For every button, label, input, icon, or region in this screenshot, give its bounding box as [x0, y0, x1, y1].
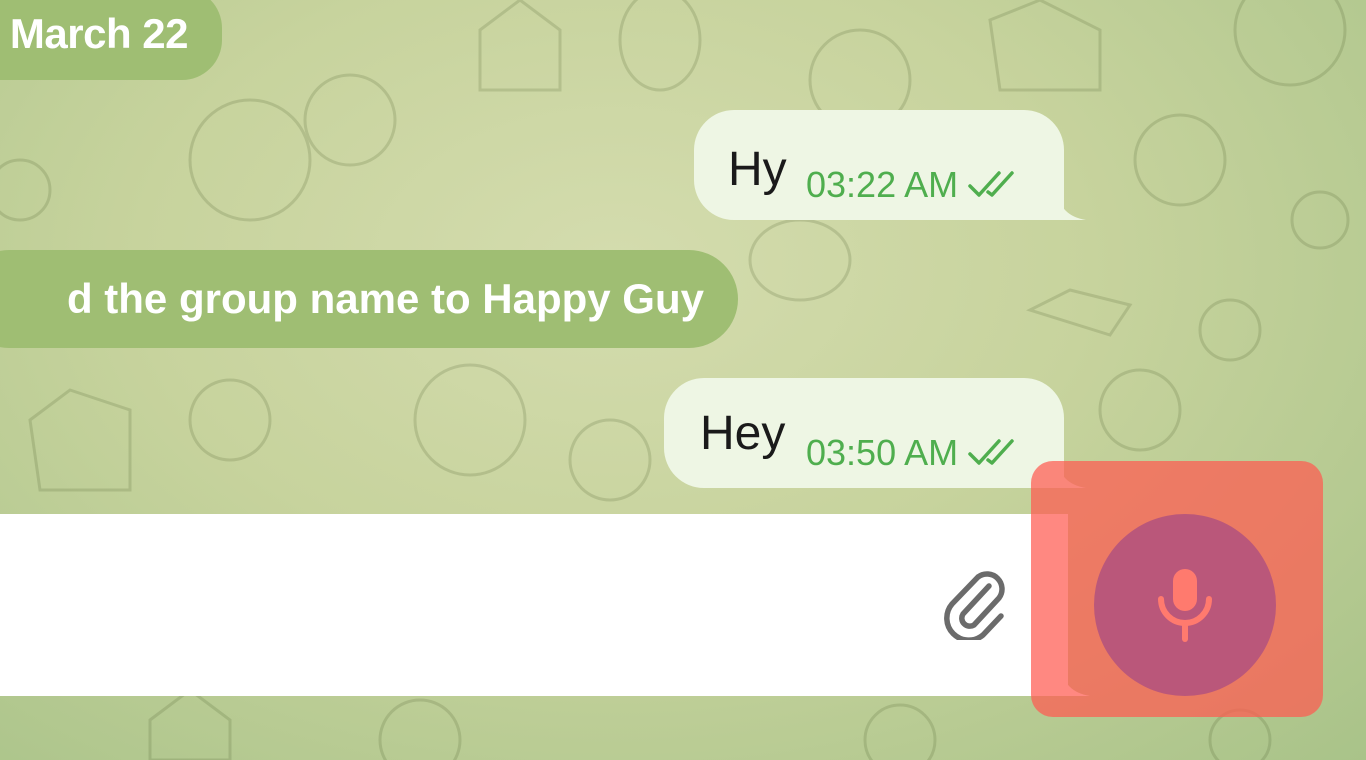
double-check-icon: [968, 171, 1014, 197]
paperclip-icon: [944, 571, 1005, 640]
message-meta: 03:50 AM: [806, 432, 1026, 474]
message-composer: [0, 514, 1090, 696]
double-check-icon: [968, 439, 1014, 465]
microphone-icon: [1158, 569, 1212, 642]
message-bubble-outgoing[interactable]: Hey 03:50 AM: [664, 378, 1086, 488]
chat-background: March 22 Hy 03:22 AM d the group name to…: [0, 0, 1366, 760]
message-text: Hy: [728, 143, 787, 196]
message-input[interactable]: [0, 514, 900, 696]
message-time: 03:50 AM: [806, 432, 959, 473]
attach-button[interactable]: [936, 562, 1012, 642]
service-message: d the group name to Happy Guy: [0, 250, 738, 348]
message-text: Hey: [700, 407, 786, 460]
message-time: 03:22 AM: [806, 164, 959, 205]
message-bubble-outgoing[interactable]: Hy 03:22 AM: [694, 110, 1086, 220]
bubble-tail: [1056, 190, 1086, 220]
service-message-text: d the group name to Happy Guy: [66, 275, 704, 322]
date-separator-label: March 22: [9, 10, 189, 57]
voice-message-button[interactable]: [1094, 514, 1276, 696]
message-meta: 03:22 AM: [806, 164, 1026, 206]
date-separator: March 22: [0, 0, 222, 80]
